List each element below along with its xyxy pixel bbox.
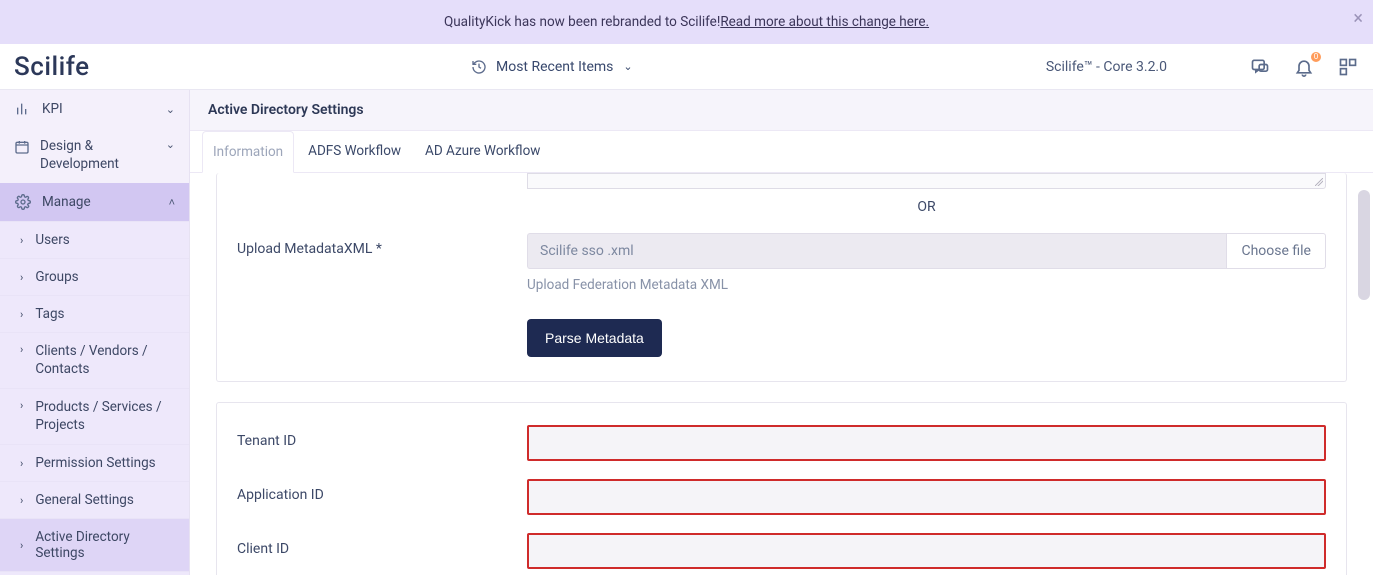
sidebar-item-ad-settings[interactable]: › Active Directory Settings: [0, 518, 189, 571]
client-id-input[interactable]: [527, 533, 1326, 569]
chevron-right-icon: ›: [20, 234, 23, 247]
metadata-textarea[interactable]: [527, 173, 1326, 189]
client-id-label: Client ID: [237, 533, 527, 557]
metadata-section: OR Upload MetadataXML * Scilife sso .xml…: [216, 173, 1347, 382]
sidebar-item-label: Products / Services / Projects: [35, 399, 175, 434]
tab-azure-workflow[interactable]: AD Azure Workflow: [415, 131, 550, 172]
apps-icon[interactable]: [1337, 56, 1359, 78]
sidebar-item-label: Design & Development: [40, 138, 156, 173]
notification-badge: 0: [1309, 50, 1323, 64]
version-label: Scilife™ - Core 3.2.0: [1046, 59, 1167, 75]
sidebar-item-label: Groups: [35, 269, 78, 285]
sidebar-item-label: Active Directory Settings: [35, 529, 175, 561]
sidebar-item-syslog[interactable]: ›View system log: [0, 571, 189, 575]
chevron-down-icon: ⌄: [166, 103, 175, 116]
sidebar-item-label: Tags: [35, 306, 64, 322]
main-content: Active Directory Settings Information AD…: [190, 90, 1373, 575]
chevron-right-icon: ›: [20, 399, 23, 412]
application-id-input[interactable]: [527, 479, 1326, 515]
chevron-down-icon: ⌄: [166, 138, 175, 151]
history-icon: [470, 58, 488, 76]
sidebar-item-tags[interactable]: › Tags: [0, 295, 189, 332]
page-title: Active Directory Settings: [190, 90, 1373, 131]
tab-information[interactable]: Information: [202, 131, 294, 173]
upload-metadata-field: Scilife sso .xml Choose file: [527, 233, 1326, 269]
sidebar-item-manage[interactable]: Manage ˄: [0, 183, 189, 221]
tabs: Information ADFS Workflow AD Azure Workf…: [190, 131, 1373, 173]
sidebar-item-label: KPI: [42, 101, 63, 117]
sidebar-item-clients[interactable]: › Clients / Vendors / Contacts: [0, 332, 189, 388]
tab-adfs-workflow[interactable]: ADFS Workflow: [298, 131, 411, 172]
choose-file-button[interactable]: Choose file: [1226, 233, 1326, 269]
ids-section: Tenant ID Application ID Client ID: [216, 402, 1347, 575]
feedback-icon[interactable]: [1249, 56, 1271, 78]
recent-items-label: Most Recent Items: [496, 59, 613, 75]
sidebar: KPI ⌄ Design & Development ⌄ Manage ˄ › U…: [0, 90, 190, 575]
calendar-icon: [14, 138, 30, 156]
close-icon[interactable]: ×: [1353, 8, 1363, 29]
tenant-id-label: Tenant ID: [237, 425, 527, 449]
chevron-right-icon: ›: [20, 343, 23, 356]
gear-icon: [14, 193, 32, 211]
chevron-right-icon: ›: [20, 457, 23, 470]
parse-metadata-button[interactable]: Parse Metadata: [527, 319, 662, 357]
upload-metadata-label: Upload MetadataXML *: [237, 233, 527, 257]
sidebar-item-design[interactable]: Design & Development ⌄: [0, 128, 189, 183]
chart-icon: [14, 100, 32, 118]
notifications-icon[interactable]: 0: [1293, 56, 1315, 78]
recent-items-dropdown[interactable]: Most Recent Items ⌄: [470, 58, 633, 76]
application-id-label: Application ID: [237, 479, 527, 503]
app-header: Scilife Most Recent Items ⌄ Scilife™ - C…: [0, 44, 1373, 90]
sidebar-item-label: Clients / Vendors / Contacts: [35, 343, 175, 378]
sidebar-item-users[interactable]: › Users: [0, 221, 189, 258]
or-divider: OR: [527, 199, 1326, 215]
sidebar-item-general[interactable]: › General Settings: [0, 481, 189, 518]
chevron-right-icon: ›: [20, 308, 23, 321]
tenant-id-input[interactable]: [527, 425, 1326, 461]
sidebar-item-permission[interactable]: › Permission Settings: [0, 444, 189, 481]
banner-text: QualityKick has now been rebranded to Sc…: [444, 14, 720, 30]
scrollbar[interactable]: [1358, 190, 1370, 300]
sidebar-item-label: Permission Settings: [35, 455, 155, 471]
logo[interactable]: Scilife: [14, 52, 190, 82]
sidebar-item-label: General Settings: [35, 492, 134, 508]
sidebar-item-label: Users: [35, 232, 69, 248]
sidebar-item-products[interactable]: › Products / Services / Projects: [0, 388, 189, 444]
sidebar-item-kpi[interactable]: KPI ⌄: [0, 90, 189, 128]
upload-hint: Upload Federation Metadata XML: [527, 277, 1326, 293]
banner-link[interactable]: Read more about this change here.: [720, 14, 929, 30]
chevron-down-icon: ⌄: [623, 60, 632, 73]
chevron-right-icon: ›: [20, 271, 23, 284]
rebrand-banner: QualityKick has now been rebranded to Sc…: [0, 0, 1373, 44]
chevron-right-icon: ›: [20, 494, 23, 507]
sidebar-item-groups[interactable]: › Groups: [0, 258, 189, 295]
chevron-right-icon: ›: [20, 539, 23, 552]
upload-metadata-input[interactable]: Scilife sso .xml: [527, 233, 1226, 269]
chevron-up-icon: ˄: [169, 196, 175, 209]
sidebar-item-label: Manage: [42, 194, 91, 210]
